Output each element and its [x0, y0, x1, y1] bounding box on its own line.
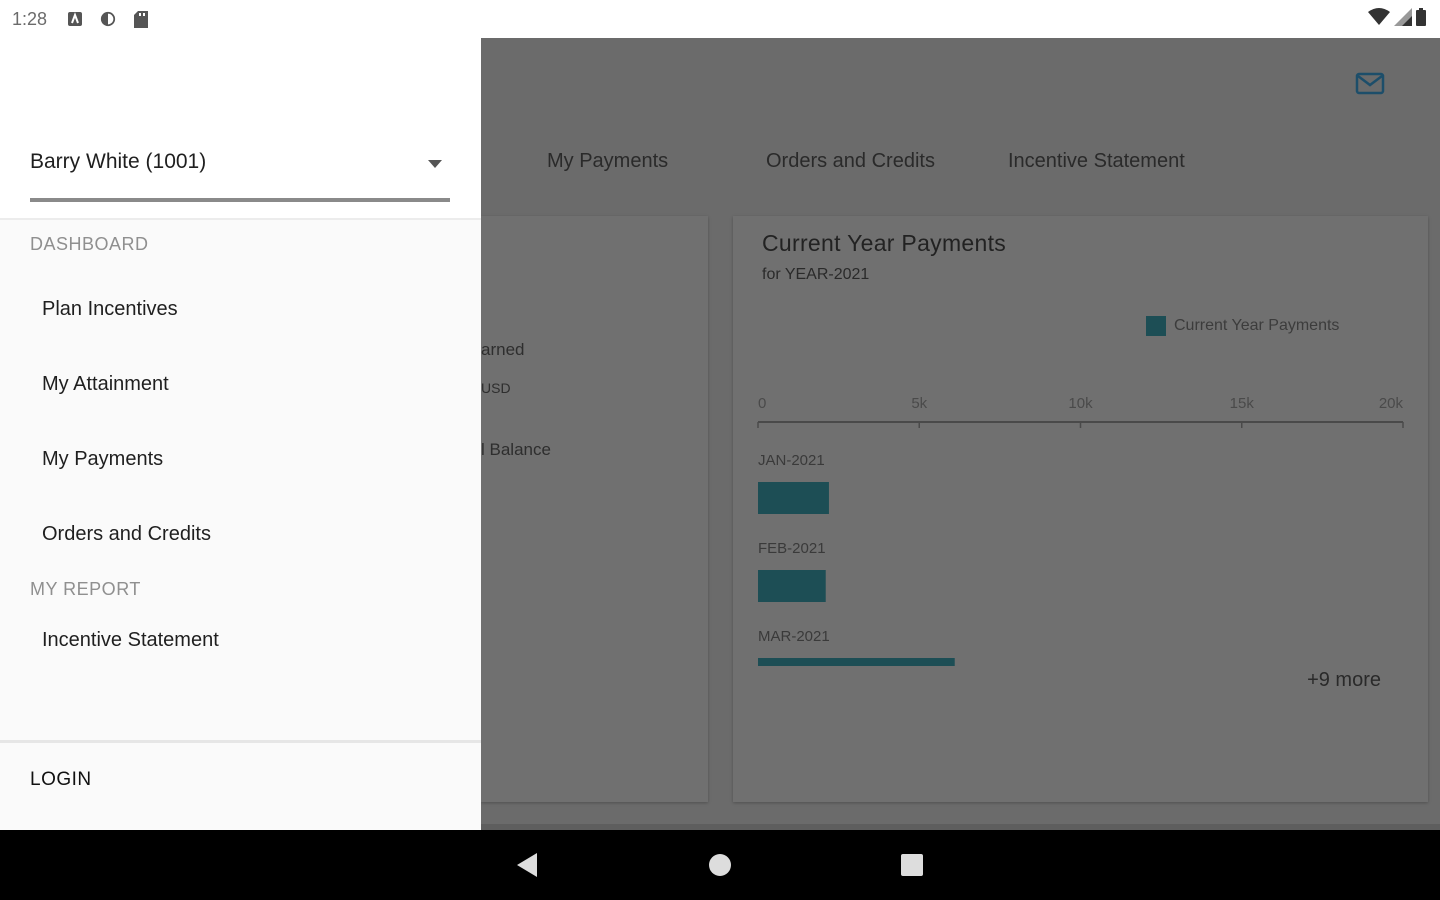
- card-subtitle: for YEAR-2021: [762, 266, 870, 283]
- bar: [758, 658, 955, 666]
- signal-icon: [1394, 7, 1412, 31]
- tab-orders-and-credits[interactable]: Orders and Credits: [766, 150, 935, 173]
- app-content-dimmed[interactable]: My Payments Orders and Credits Incentive…: [481, 38, 1440, 830]
- home-icon[interactable]: [708, 852, 732, 883]
- x-tick-label: 20k: [1379, 395, 1404, 412]
- tab-incentive-statement[interactable]: Incentive Statement: [1008, 150, 1185, 173]
- chevron-down-icon[interactable]: [428, 160, 442, 168]
- current-year-payments-card: Current Year Payments for YEAR-2021 Curr…: [733, 216, 1428, 802]
- status-right-icons: [1368, 0, 1426, 38]
- notification-a-icon: [67, 11, 83, 27]
- status-bar: 1:28: [0, 0, 1440, 38]
- back-icon[interactable]: [515, 852, 539, 883]
- status-time: 1:28: [12, 8, 48, 29]
- bar-category-label: MAR-2021: [758, 628, 830, 645]
- payments-bar-chart: 0 5k 10k 15k 20k JAN-2021 FEB-2021 MAR-2021: [757, 395, 1404, 666]
- drawer-divider: [0, 218, 481, 220]
- bar: [758, 570, 826, 602]
- tab-my-payments[interactable]: My Payments: [547, 150, 668, 173]
- bar-category-label: FEB-2021: [758, 540, 826, 557]
- notification-b-icon: [100, 11, 116, 27]
- nav-item-my-attainment[interactable]: My Attainment: [42, 373, 169, 396]
- battery-icon: [1416, 7, 1426, 31]
- section-dashboard: DASHBOARD: [30, 234, 149, 254]
- x-tick-label: 0: [758, 395, 766, 412]
- drawer-header: Barry White (1001): [0, 38, 481, 218]
- nav-item-plan-incentives[interactable]: Plan Incentives: [42, 298, 178, 321]
- user-select-value: Barry White (1001): [30, 150, 207, 173]
- more-link[interactable]: +9 more: [1307, 669, 1381, 692]
- navigation-drawer: Barry White (1001) DASHBOARD Plan Incent…: [0, 38, 481, 830]
- tab-bar: My Payments Orders and Credits Incentive…: [481, 150, 1440, 186]
- recents-icon[interactable]: [900, 852, 924, 883]
- mail-icon[interactable]: [1355, 72, 1385, 96]
- section-my-report: MY REPORT: [30, 579, 141, 599]
- legend-swatch: [1146, 316, 1166, 336]
- sd-card-icon: [133, 10, 149, 28]
- partial-label-earned: arned: [481, 340, 525, 359]
- x-tick-label: 15k: [1230, 395, 1255, 412]
- wifi-icon: [1368, 7, 1390, 31]
- x-tick-label: 5k: [911, 395, 927, 412]
- summary-card: arned USD l Balance: [481, 216, 708, 802]
- chart-legend: Current Year Payments: [1146, 316, 1339, 336]
- nav-item-incentive-statement[interactable]: Incentive Statement: [42, 629, 219, 652]
- nav-item-my-payments[interactable]: My Payments: [42, 448, 163, 471]
- nav-item-orders-and-credits[interactable]: Orders and Credits: [42, 523, 211, 546]
- card-title: Current Year Payments: [762, 230, 1007, 256]
- bar-category-label: JAN-2021: [758, 452, 825, 469]
- drawer-footer: LOGIN: [0, 740, 481, 830]
- user-select[interactable]: Barry White (1001): [30, 148, 450, 202]
- partial-label-balance: l Balance: [481, 440, 551, 459]
- bar: [758, 482, 829, 514]
- system-nav-bar: [0, 830, 1440, 900]
- x-tick-label: 10k: [1068, 395, 1093, 412]
- partial-label-currency: USD: [481, 380, 511, 396]
- login-button[interactable]: LOGIN: [30, 769, 92, 791]
- legend-label: Current Year Payments: [1174, 317, 1340, 334]
